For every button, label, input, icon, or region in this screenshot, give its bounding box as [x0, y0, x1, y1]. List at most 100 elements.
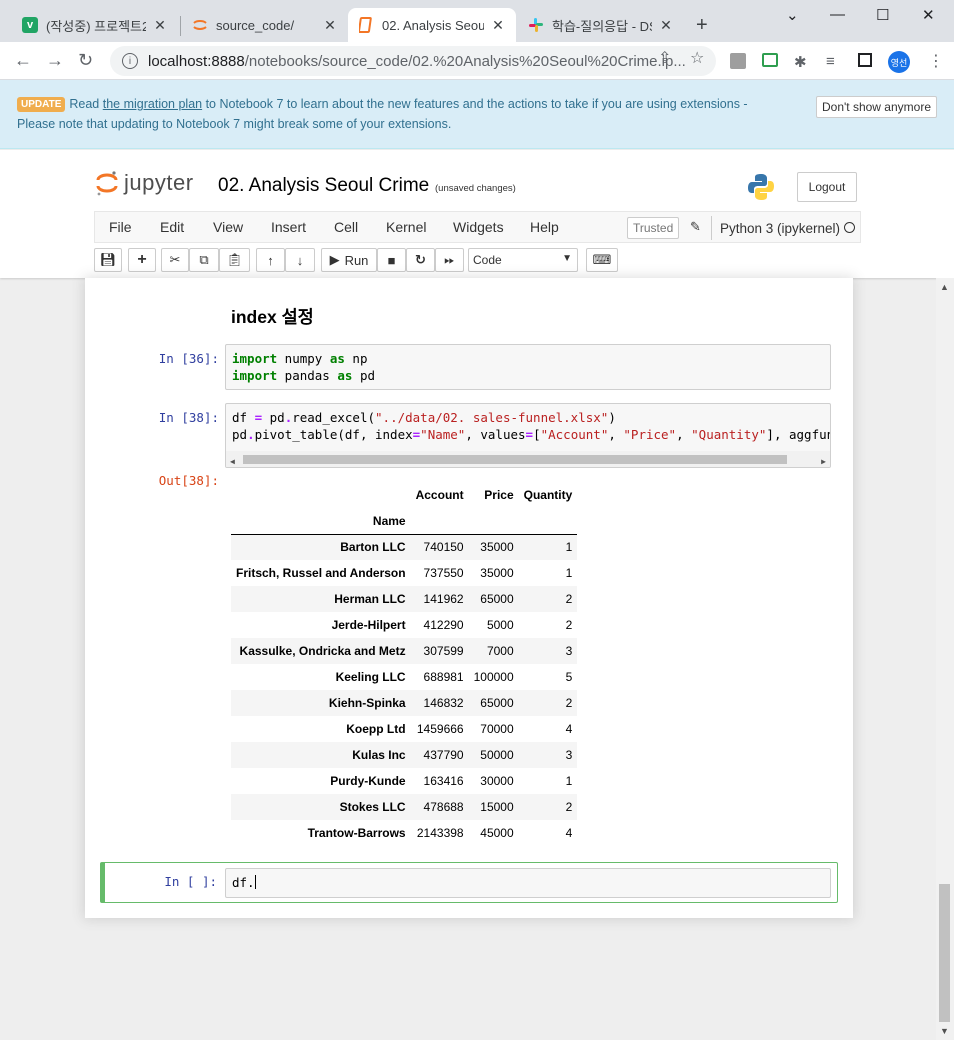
kernel-name[interactable]: Python 3 (ipykernel)	[711, 216, 840, 240]
scroll-left-icon[interactable]: ◀	[230, 453, 235, 467]
markdown-heading[interactable]: index 설정	[231, 304, 314, 329]
row-index-label: Barton LLC	[340, 540, 406, 555]
table-cell: 2	[565, 800, 573, 814]
migration-plan-link[interactable]: the migration plan	[103, 97, 202, 111]
paste-icon: 📋︎	[226, 252, 243, 267]
table-row: Fritsch, Russel and Anderson 737550 35000 1	[231, 560, 577, 586]
back-icon[interactable]: ←	[14, 50, 32, 71]
menu-edit[interactable]: Edit	[160, 219, 184, 235]
restart-icon: ↻	[415, 252, 426, 267]
notebook-name[interactable]: 02. Analysis Seoul Crime	[218, 175, 429, 197]
table-cell: 35000	[480, 566, 514, 580]
table-cell: 1	[565, 540, 573, 555]
table-cell: 4	[565, 826, 573, 840]
browser-tab-slack[interactable]: 학습-질의응답 - DS ✕	[518, 8, 684, 42]
scrollbar-thumb[interactable]	[939, 884, 950, 1022]
chevron-down-icon: ▼	[562, 253, 572, 264]
profile-avatar[interactable]: 영선	[888, 51, 910, 73]
close-tab-icon[interactable]: ✕	[152, 17, 168, 34]
bookmark-star-icon[interactable]: ☆	[690, 48, 704, 68]
minimize-icon[interactable]: —	[830, 6, 845, 23]
scroll-up-icon[interactable]: ▲	[940, 282, 949, 292]
code-cell-pivot[interactable]: df = pd.read_excel("../data/02. sales-fu…	[225, 403, 831, 468]
stop-icon: ■	[387, 252, 396, 268]
table-cell: 3	[565, 748, 573, 762]
close-window-icon[interactable]: ✕	[922, 6, 935, 24]
plus-icon: +	[137, 251, 147, 268]
maximize-icon[interactable]: ☐	[876, 6, 889, 24]
site-info-icon[interactable]: i	[122, 53, 138, 69]
browser-tab-source-code[interactable]: source_code/ ✕	[182, 8, 348, 42]
extensions-puzzle-icon[interactable]: ✱	[794, 53, 807, 71]
browser-menu-icon[interactable]: ⋮	[928, 51, 944, 71]
table-cell: 2143398	[416, 826, 464, 840]
menu-kernel[interactable]: Kernel	[386, 219, 426, 235]
scroll-right-icon[interactable]: ▶	[821, 453, 826, 467]
restart-button[interactable]: ↻	[406, 248, 435, 272]
menu-cell[interactable]: Cell	[334, 219, 358, 235]
close-tab-icon[interactable]: ✕	[490, 17, 506, 34]
table-cell: 2	[565, 618, 573, 632]
vertical-scrollbar[interactable]: ▲ ▼	[936, 278, 954, 1040]
browser-tab-analysis[interactable]: 02. Analysis Seoul ✕	[348, 8, 516, 42]
pencil-icon[interactable]: ✎	[690, 219, 701, 235]
table-cell: 50000	[480, 748, 514, 762]
table-cell: 3	[565, 644, 573, 658]
copy-button[interactable]: ⧉	[189, 248, 219, 272]
input-prompt: In [38]:	[158, 410, 219, 425]
side-panel-icon[interactable]	[858, 53, 872, 67]
extension-2-icon[interactable]	[762, 53, 778, 67]
cell-type-select[interactable]: Code ▼	[468, 248, 578, 272]
trusted-indicator[interactable]: Trusted	[627, 217, 680, 239]
logout-button[interactable]: Logout	[797, 172, 857, 202]
tab-search-chevron-icon[interactable]: ⌄	[786, 6, 799, 24]
active-code-cell[interactable]: In [ ]: df.	[100, 862, 838, 903]
new-tab-icon[interactable]: +	[696, 14, 708, 37]
run-button[interactable]: ▶ Run	[321, 248, 377, 272]
close-tab-icon[interactable]: ✕	[658, 17, 674, 34]
browser-tab-project[interactable]: v (작성중) 프로젝트2 ✕	[12, 8, 178, 42]
interrupt-button[interactable]: ■	[377, 248, 406, 272]
extension-1-icon[interactable]	[730, 53, 746, 69]
horizontal-scrollbar[interactable]: ◀ ▶	[226, 451, 830, 467]
menu-insert[interactable]: Insert	[271, 219, 306, 235]
arrow-up-icon: ↑	[267, 252, 274, 268]
table-cell: 740150	[423, 540, 464, 555]
insert-cell-button[interactable]: +	[128, 248, 156, 272]
restart-run-all-button[interactable]: ⏩︎	[435, 248, 464, 272]
code-cell-imports[interactable]: import numpy as np import pandas as pd	[225, 344, 831, 390]
menu-widgets[interactable]: Widgets	[453, 219, 504, 235]
save-button[interactable]: 💾︎	[94, 248, 122, 272]
address-bar[interactable]: i localhost:8888/notebooks/source_code/0…	[110, 46, 716, 76]
cut-button[interactable]: ✂	[161, 248, 189, 272]
table-row: Koepp Ltd 1459666 70000 4	[231, 716, 577, 742]
reload-icon[interactable]: ↻	[78, 50, 93, 71]
command-palette-button[interactable]: ⌨	[586, 248, 618, 272]
forward-icon[interactable]: →	[46, 50, 64, 71]
menu-file[interactable]: File	[109, 219, 132, 235]
menu-view[interactable]: View	[213, 219, 243, 235]
index-name: Name	[231, 508, 411, 535]
share-icon[interactable]: ⇪	[658, 48, 671, 68]
row-index-label: Kiehn-Spinka	[328, 696, 406, 710]
table-cell: 65000	[480, 592, 514, 606]
scroll-down-icon[interactable]: ▼	[940, 1026, 949, 1036]
input-prompt: In [ ]:	[164, 874, 217, 889]
media-control-icon[interactable]: ≡	[826, 53, 835, 70]
code-editor[interactable]: df.	[225, 868, 831, 898]
table-cell: 1	[565, 566, 573, 580]
menu-help[interactable]: Help	[530, 219, 559, 235]
play-icon: ▶	[329, 252, 340, 267]
paste-button[interactable]: 📋︎	[219, 248, 250, 272]
close-tab-icon[interactable]: ✕	[322, 17, 338, 34]
move-up-button[interactable]: ↑	[256, 248, 285, 272]
table-row: Barton LLC 740150 35000 1	[231, 534, 578, 560]
move-down-button[interactable]: ↓	[285, 248, 315, 272]
table-cell: 45000	[480, 826, 514, 840]
text-cursor	[254, 875, 256, 889]
dont-show-anymore-button[interactable]: Don't show anymore	[816, 96, 937, 118]
jupyter-favicon-icon	[192, 17, 208, 33]
table-row: Keeling LLC 688981 100000 5	[231, 664, 577, 690]
scissors-icon: ✂	[169, 252, 181, 267]
jupyter-logo[interactable]: jupyter	[96, 170, 194, 196]
